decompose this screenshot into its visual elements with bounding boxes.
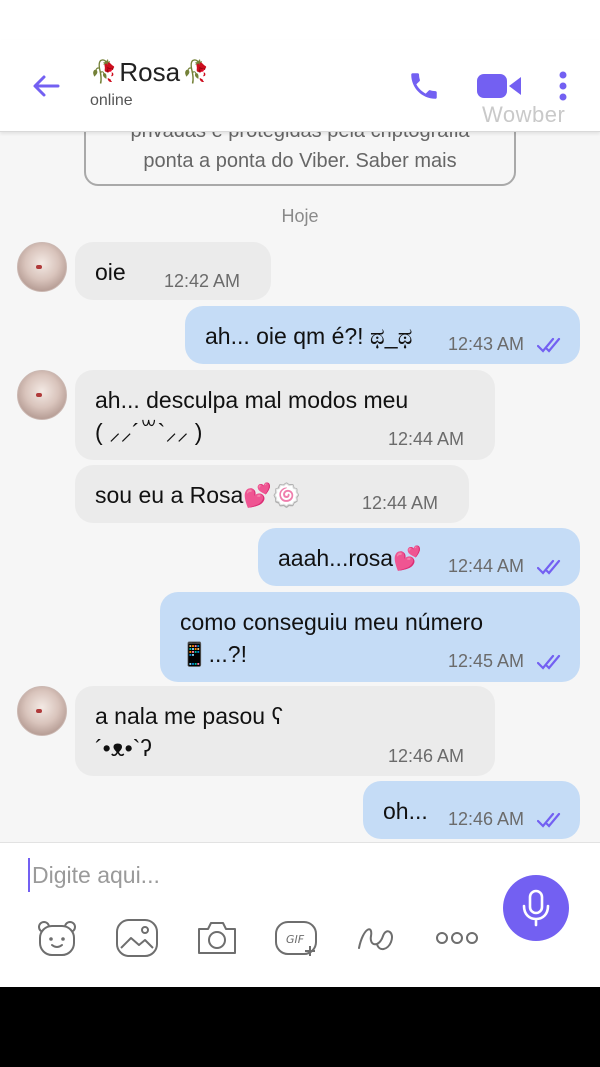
- message-time: 12:44 AM: [448, 556, 525, 576]
- message-text: oie: [95, 259, 126, 285]
- svg-text:GIF: GIF: [286, 933, 305, 946]
- call-button[interactable]: [402, 64, 446, 108]
- sticker-button[interactable]: [34, 915, 80, 961]
- message-time: 12:44 AM: [362, 493, 439, 513]
- chat-area[interactable]: privadas e protegidas pela criptografia …: [0, 132, 600, 842]
- message-text: aaah...rosa💕: [278, 545, 422, 571]
- watermark: Wowber: [482, 102, 566, 127]
- encryption-line-2: ponta a ponta do Viber. Saber mais: [143, 150, 457, 172]
- more-horizontal-icon: [436, 932, 478, 944]
- message-text-line-1: ah... desculpa mal modos meu: [95, 387, 409, 413]
- read-ticks-icon: [537, 812, 561, 828]
- more-tools-button[interactable]: [434, 915, 480, 961]
- gallery-icon: [116, 919, 158, 957]
- phone-icon: [411, 73, 437, 99]
- encryption-line-1: privadas e protegidas pela criptografia: [86, 132, 514, 146]
- message-text-line-1: como conseguiu meu número: [180, 609, 483, 635]
- doodle-button[interactable]: [354, 915, 400, 961]
- read-ticks-icon: [537, 654, 561, 670]
- voice-message-button[interactable]: [503, 875, 569, 941]
- sticker-icon: [38, 921, 76, 956]
- message-text: sou eu a Rosa💕🍥: [95, 482, 301, 508]
- contact-avatar[interactable]: [17, 242, 67, 292]
- gif-icon: GIF: [275, 921, 317, 956]
- message-bubble-outgoing[interactable]: aaah...rosa💕: [258, 528, 580, 586]
- message-text: oh...: [383, 798, 428, 824]
- message-time: 12:45 AM: [448, 651, 525, 671]
- message-time: 12:42 AM: [164, 271, 241, 291]
- message-input[interactable]: Digite aqui...: [32, 857, 472, 893]
- contact-status: online: [90, 92, 133, 109]
- contact-name: 🥀 Rosa 🥀: [90, 54, 210, 90]
- message-time: 12:44 AM: [388, 429, 465, 449]
- contact-name-text: Rosa: [119, 56, 181, 87]
- message-text: ah... oie qm é?! ಥ_ಥ: [205, 323, 413, 349]
- contact-avatar[interactable]: [17, 686, 67, 736]
- rose-emoji-right: 🥀: [182, 59, 210, 84]
- back-button[interactable]: [26, 66, 66, 106]
- arrow-left-icon: [33, 75, 60, 97]
- camera-button[interactable]: [194, 915, 240, 961]
- message-text-line-1: a nala me pasou ʕ: [95, 703, 283, 729]
- doodle-icon: [358, 928, 393, 950]
- encryption-notice[interactable]: privadas e protegidas pela criptografia …: [84, 132, 516, 186]
- contact-info[interactable]: 🥀 Rosa 🥀 online: [90, 54, 210, 110]
- system-navigation-bar: [0, 987, 600, 1067]
- contact-avatar[interactable]: [17, 370, 67, 420]
- read-ticks-icon: [537, 337, 561, 353]
- message-time: 12:43 AM: [448, 334, 525, 354]
- status-bar: [0, 0, 600, 40]
- text-cursor: [28, 858, 30, 892]
- camera-icon: [198, 922, 236, 954]
- video-camera-icon: [477, 74, 521, 98]
- message-time: 12:46 AM: [448, 809, 525, 829]
- read-ticks-icon: [537, 559, 561, 575]
- gallery-button[interactable]: [114, 915, 160, 961]
- rose-emoji-left: 🥀: [90, 59, 118, 84]
- message-time: 12:46 AM: [388, 746, 465, 766]
- date-separator: Hoje: [281, 206, 319, 226]
- message-composer: Digite aqui... GIF: [0, 842, 600, 987]
- microphone-icon: [522, 889, 550, 927]
- gif-button[interactable]: GIF: [274, 915, 320, 961]
- more-vertical-icon: [559, 71, 567, 101]
- chat-header: 🥀 Rosa 🥀 online Wowber: [0, 40, 600, 132]
